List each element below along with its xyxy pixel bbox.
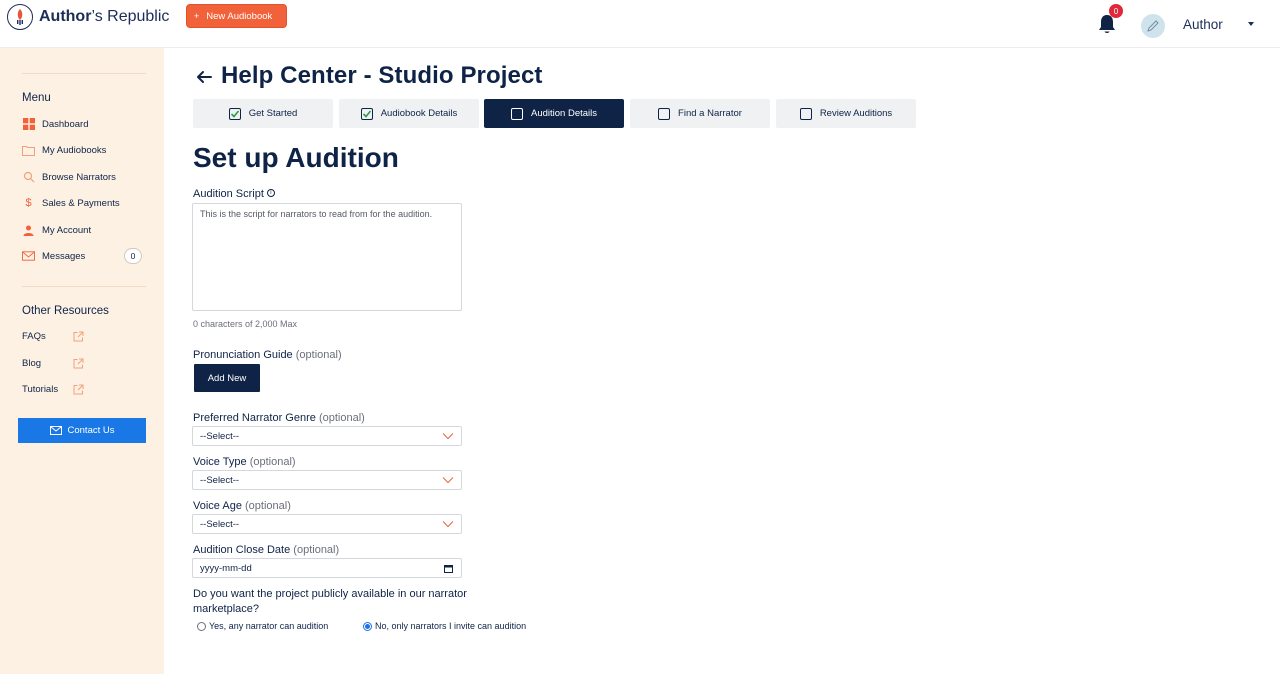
sidebar-item-sales-payments[interactable]: $ Sales & Payments [22, 195, 120, 211]
sidebar-menu-heading: Menu [22, 92, 51, 104]
voice-age-label: Voice Age (optional) [193, 500, 291, 512]
pronunciation-guide-label: Pronunciation Guide (optional) [193, 349, 342, 361]
step-get-started[interactable]: Get Started [193, 99, 333, 128]
external-link-icon[interactable] [73, 358, 84, 369]
external-link-icon[interactable] [73, 331, 84, 342]
sidebar-item-my-audiobooks[interactable]: My Audiobooks [22, 142, 106, 158]
envelope-icon [49, 426, 62, 435]
checkbox-checked-icon [228, 107, 241, 120]
caret-down-icon[interactable] [1248, 22, 1254, 26]
voice-type-label: Voice Type (optional) [193, 456, 296, 468]
narrator-genre-label: Preferred Narrator Genre (optional) [193, 412, 365, 424]
step-label: Get Started [248, 108, 298, 119]
voice-type-select[interactable]: --Select-- [192, 470, 462, 490]
page-title: Help Center - Studio Project [221, 62, 543, 89]
sidebar-item-label: My Account [42, 224, 92, 236]
sidebar-item-label: Blog [22, 357, 42, 369]
calendar-icon[interactable] [444, 564, 453, 573]
notification-count-badge: 0 [1109, 4, 1123, 18]
sidebar-item-my-account[interactable]: My Account [22, 222, 91, 238]
folder-icon [22, 144, 35, 157]
step-review-auditions[interactable]: Review Auditions [776, 99, 916, 128]
step-label: Audiobook Details [380, 108, 458, 119]
brand-name: Author’s Republic [39, 8, 170, 25]
sidebar-divider [22, 73, 146, 74]
chevron-down-icon [442, 433, 454, 440]
user-menu-name[interactable]: Author [1183, 17, 1223, 32]
contact-us-button[interactable]: Contact Us [18, 418, 146, 443]
radio-selected-icon [363, 621, 372, 631]
step-label: Review Auditions [819, 108, 893, 119]
sidebar-item-label: FAQs [22, 330, 46, 342]
checkbox-empty-icon [658, 107, 671, 120]
step-label: Find a Narrator [678, 108, 742, 119]
character-count: 0 characters of 2,000 Max [193, 319, 298, 329]
rocket-logo-icon [7, 4, 33, 30]
sidebar-item-label: Messages [42, 250, 86, 262]
checkbox-empty-icon [799, 107, 812, 120]
radio-label: No, only narrators I invite can audition [375, 621, 527, 631]
select-value: --Select-- [200, 518, 240, 530]
add-new-button[interactable]: Add New [194, 364, 260, 392]
step-audiobook-details[interactable]: Audiobook Details [339, 99, 479, 128]
envelope-icon [22, 250, 35, 263]
messages-count-badge: 0 [124, 248, 142, 264]
brand-logo[interactable]: Author’s Republic [7, 4, 169, 30]
audition-script-textarea[interactable]: This is the script for narrators to read… [192, 203, 462, 311]
sidebar-item-blog[interactable]: Blog [22, 355, 41, 371]
user-icon [22, 224, 35, 237]
sidebar-item-label: My Audiobooks [42, 144, 107, 156]
select-value: --Select-- [200, 430, 240, 442]
plus-icon: + [194, 11, 200, 21]
public-availability-question: Do you want the project publicly availab… [193, 588, 467, 615]
contact-us-label: Contact Us [67, 425, 115, 436]
close-date-input[interactable]: yyyy-mm-dd [192, 558, 462, 578]
dashboard-grid-icon [22, 118, 35, 131]
radio-label: Yes, any narrator can audition [209, 621, 329, 631]
sidebar-item-messages[interactable]: Messages [22, 248, 85, 264]
checkbox-checked-icon [360, 107, 373, 120]
sidebar-item-label: Sales & Payments [42, 197, 120, 209]
external-link-icon[interactable] [73, 384, 84, 395]
other-resources-heading: Other Resources [22, 305, 109, 317]
sidebar-item-label: Dashboard [42, 118, 89, 130]
step-audition-details[interactable]: Audition Details [484, 99, 624, 128]
voice-age-select[interactable]: --Select-- [192, 514, 462, 534]
audition-script-label: Audition Script i [193, 188, 275, 200]
top-bar: Author’s Republic + New Audiobook 0 Auth… [0, 0, 1280, 48]
section-title: Set up Audition [193, 142, 399, 173]
select-value: --Select-- [200, 474, 240, 486]
search-icon [22, 171, 35, 184]
new-audiobook-label: New Audiobook [206, 10, 273, 22]
close-date-label: Audition Close Date (optional) [193, 544, 340, 556]
sidebar-item-label: Tutorials [22, 383, 59, 395]
radio-yes-any-narrator[interactable]: Yes, any narrator can audition [197, 621, 328, 631]
sidebar-item-tutorials[interactable]: Tutorials [22, 381, 58, 397]
sidebar-item-faqs[interactable]: FAQs [22, 328, 46, 344]
sidebar-item-label: Browse Narrators [42, 171, 116, 183]
pencil-icon [1147, 20, 1159, 32]
radio-unselected-icon [197, 621, 206, 631]
sidebar-item-browse-narrators[interactable]: Browse Narrators [22, 169, 116, 185]
info-icon[interactable]: i [266, 189, 275, 197]
sidebar-item-dashboard[interactable]: Dashboard [22, 116, 88, 132]
textarea-placeholder: This is the script for narrators to read… [200, 209, 433, 219]
sidebar: Menu Dashboard My Audiobooks Browse Narr… [0, 48, 164, 674]
step-find-a-narrator[interactable]: Find a Narrator [630, 99, 770, 128]
chevron-down-icon [442, 477, 454, 484]
new-audiobook-button[interactable]: + New Audiobook [186, 4, 287, 28]
radio-no-invite-only[interactable]: No, only narrators I invite can audition [363, 621, 526, 631]
dollar-icon: $ [25, 197, 32, 209]
step-label: Audition Details [530, 108, 597, 119]
avatar[interactable] [1141, 14, 1165, 38]
back-arrow-icon[interactable] [195, 68, 213, 86]
checkbox-empty-icon [510, 107, 523, 120]
chevron-down-icon [442, 521, 454, 528]
narrator-genre-select[interactable]: --Select-- [192, 426, 462, 446]
sidebar-divider [22, 286, 146, 287]
date-placeholder: yyyy-mm-dd [200, 562, 252, 574]
